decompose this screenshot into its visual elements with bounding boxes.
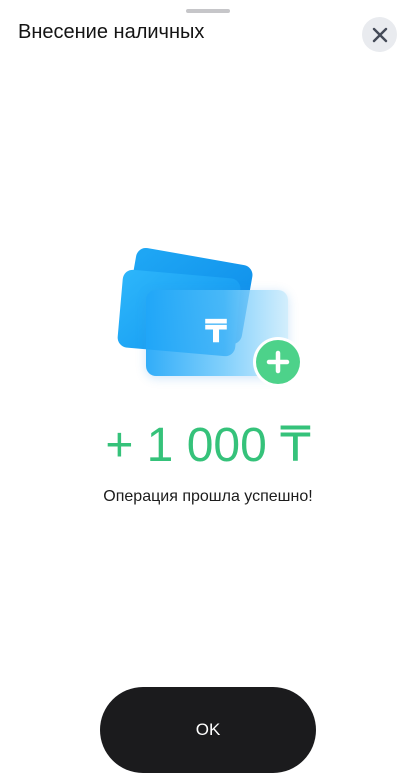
tenge-icon: ₸ bbox=[204, 313, 228, 349]
drag-handle[interactable] bbox=[186, 9, 230, 13]
plus-icon bbox=[266, 350, 290, 374]
cash-deposit-sheet: Внесение наличных ₸ + 1 000 ₸ Операция п… bbox=[0, 0, 416, 776]
ok-button[interactable]: OK bbox=[100, 687, 316, 773]
deposit-amount: + 1 000 ₸ bbox=[105, 419, 311, 472]
plus-badge bbox=[253, 337, 303, 387]
close-button[interactable] bbox=[362, 17, 397, 52]
status-message: Операция прошла успешно! bbox=[103, 488, 313, 505]
close-icon bbox=[372, 27, 387, 42]
cash-illustration: ₸ bbox=[112, 246, 308, 392]
page-title: Внесение наличных bbox=[18, 21, 205, 43]
